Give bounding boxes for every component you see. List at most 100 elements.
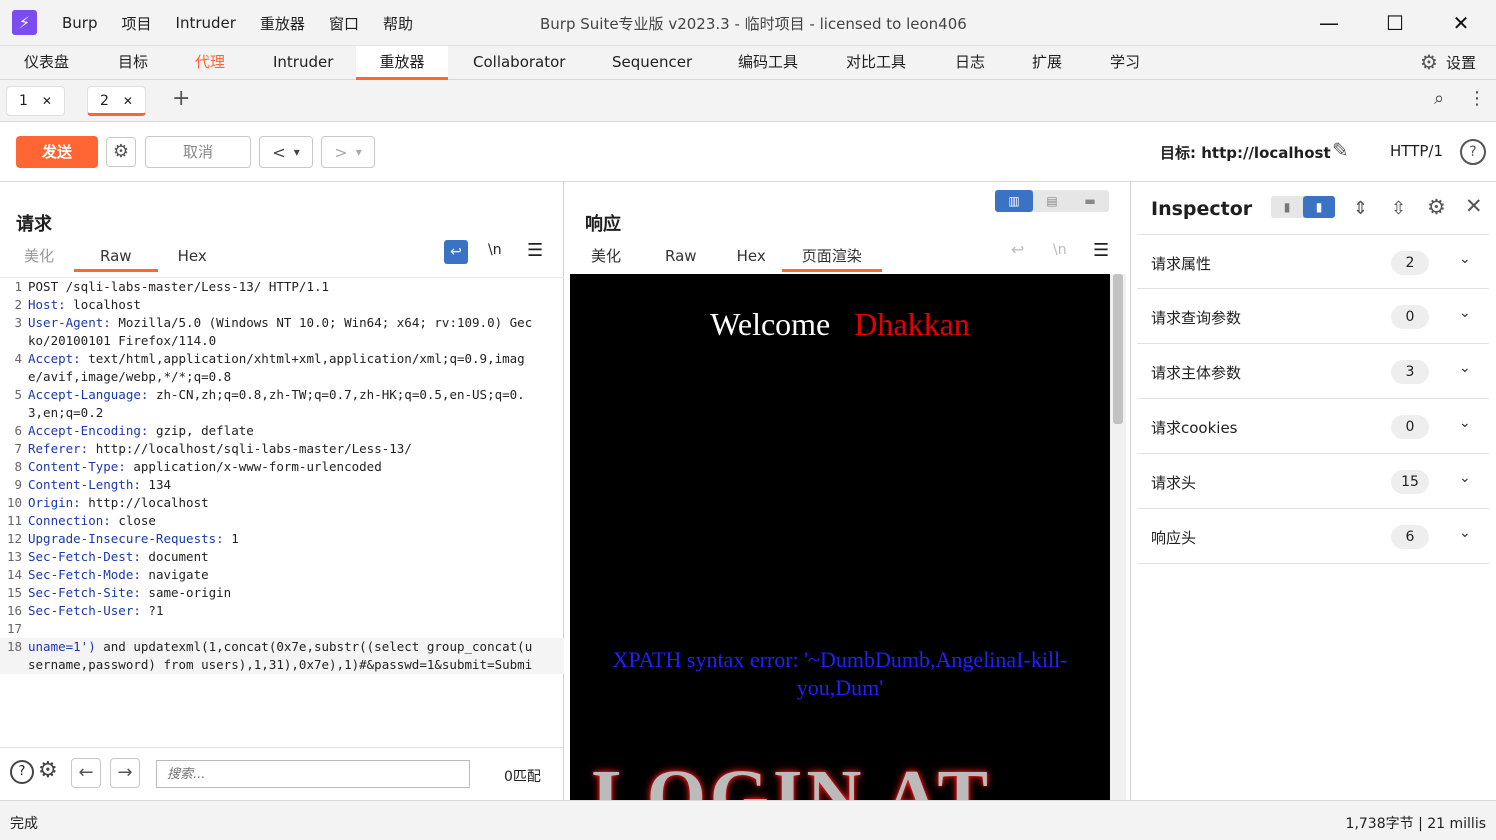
inspector-row-body-params[interactable]: 请求主体参数 3 ⌄ — [1137, 344, 1489, 399]
gear-icon[interactable]: ⚙ — [1427, 195, 1446, 219]
search-icon[interactable]: ⌕ — [1434, 88, 1444, 109]
tab-repeater[interactable]: 重放器 — [356, 46, 448, 80]
code-line[interactable]: 9 Content-Length: 134 — [0, 476, 564, 494]
tab-pretty[interactable]: 美化 — [4, 242, 74, 272]
tab-logger[interactable]: 日志 — [955, 46, 985, 80]
help-icon[interactable]: ? — [1460, 139, 1486, 165]
previous-button[interactable]: < ▾ — [259, 136, 313, 168]
tab-hex[interactable]: Hex — [158, 242, 227, 272]
menu-window[interactable]: 窗口 — [317, 13, 371, 34]
tab-pretty[interactable]: 美化 — [571, 242, 641, 272]
chevron-down-icon[interactable]: ⌄ — [1459, 251, 1471, 267]
menu-burp[interactable]: Burp — [50, 14, 110, 32]
inspector-row-response-headers[interactable]: 响应头 6 ⌄ — [1137, 509, 1489, 564]
code-line[interactable]: 6 Accept-Encoding: gzip, deflate — [0, 422, 564, 440]
tab-decoder[interactable]: 编码工具 — [738, 46, 798, 80]
count-badge: 15 — [1391, 470, 1429, 494]
search-input[interactable] — [156, 760, 470, 788]
code-line[interactable]: 15 Sec-Fetch-Site: same-origin — [0, 584, 564, 602]
close-button[interactable]: ✕ — [1446, 8, 1476, 38]
tab-learn[interactable]: 学习 — [1110, 46, 1140, 80]
chevron-down-icon[interactable]: ⌄ — [1459, 470, 1471, 486]
code-line[interactable]: 1 POST /sqli-labs-master/Less-13/ HTTP/1.… — [0, 278, 564, 296]
repeater-tab-1[interactable]: 1 ✕ — [6, 86, 65, 116]
chevron-down-icon[interactable]: ▾ — [294, 145, 300, 159]
menu-icon[interactable]: ☰ — [1093, 240, 1109, 261]
tab-sequencer[interactable]: Sequencer — [612, 46, 692, 80]
minimize-button[interactable]: — — [1314, 8, 1344, 38]
chevron-down-icon[interactable]: ⌄ — [1459, 415, 1471, 431]
close-icon[interactable]: ✕ — [1465, 194, 1483, 218]
word-wrap-icon[interactable]: ↩ — [444, 240, 468, 264]
edit-pencil-icon[interactable]: ✎ — [1332, 138, 1349, 162]
tab-dashboard[interactable]: 仪表盘 — [24, 46, 69, 80]
tab-collaborator[interactable]: Collaborator — [473, 46, 565, 80]
code-line[interactable]: 11 Connection: close — [0, 512, 564, 530]
menu-help[interactable]: 帮助 — [371, 13, 425, 34]
code-line[interactable]: 2 Host: localhost — [0, 296, 564, 314]
newline-toggle[interactable]: \n — [488, 242, 502, 258]
cancel-button[interactable]: 取消 — [145, 136, 251, 168]
gear-icon[interactable]: ⚙ — [38, 758, 58, 783]
code-line[interactable]: 10 Origin: http://localhost — [0, 494, 564, 512]
gear-icon[interactable]: ⚙ — [106, 137, 136, 167]
code-line[interactable]: 17 — [0, 620, 564, 638]
tab-proxy[interactable]: 代理 — [195, 46, 225, 80]
settings-button[interactable]: ⚙ 设置 — [1420, 50, 1476, 74]
split-horizontal-icon[interactable]: ▥ — [995, 190, 1033, 212]
code-line[interactable]: 16 Sec-Fetch-User: ?1 — [0, 602, 564, 620]
code-line[interactable]: 18 uname=1') and updatexml(1,concat(0x7e,… — [0, 638, 564, 674]
tab-raw[interactable]: Raw — [641, 242, 721, 272]
send-button[interactable]: 发送 — [16, 136, 98, 168]
tab-extensions[interactable]: 扩展 — [1032, 46, 1062, 80]
tab-target[interactable]: 目标 — [118, 46, 148, 80]
code-line[interactable]: 12 Upgrade-Insecure-Requests: 1 — [0, 530, 564, 548]
code-line[interactable]: 4 Accept: text/html,application/xhtml+xml… — [0, 350, 564, 386]
split-vertical-icon[interactable]: ▤ — [1033, 190, 1071, 212]
scrollbar-thumb[interactable] — [1113, 274, 1123, 424]
menu-icon[interactable]: ☰ — [527, 240, 543, 261]
code-line[interactable]: 8 Content-Type: application/x-www-form-ur… — [0, 458, 564, 476]
request-title: 请求 — [16, 214, 52, 235]
tab-comparer[interactable]: 对比工具 — [846, 46, 906, 80]
add-tab-button[interactable]: + — [172, 86, 190, 111]
inspector-row-query-params[interactable]: 请求查询参数 0 ⌄ — [1137, 289, 1489, 344]
expand-all-icon[interactable]: ⇕ — [1353, 198, 1368, 219]
inspector-row-request-headers[interactable]: 请求头 15 ⌄ — [1137, 454, 1489, 509]
close-icon[interactable]: ✕ — [42, 87, 52, 115]
repeater-tab-2[interactable]: 2 ✕ — [87, 86, 146, 116]
layout-right-icon[interactable]: ▮ — [1303, 196, 1335, 218]
maximize-button[interactable]: ☐ — [1380, 8, 1410, 38]
line-text: Sec-Fetch-Site: same-origin — [28, 584, 538, 602]
inspector-row-request-attributes[interactable]: 请求属性 2 ⌄ — [1137, 234, 1489, 289]
menu-project[interactable]: 项目 — [110, 13, 164, 34]
collapse-all-icon[interactable]: ⇳ — [1391, 198, 1406, 219]
chevron-down-icon[interactable]: ▾ — [356, 145, 362, 159]
tab-intruder[interactable]: Intruder — [273, 46, 333, 80]
tab-raw[interactable]: Raw — [74, 242, 158, 272]
arrow-left-icon[interactable]: ← — [71, 758, 101, 788]
help-icon[interactable]: ? — [10, 760, 34, 784]
code-line[interactable]: 14 Sec-Fetch-Mode: navigate — [0, 566, 564, 584]
close-icon[interactable]: ✕ — [123, 87, 133, 113]
chevron-down-icon[interactable]: ⌄ — [1459, 305, 1471, 321]
tab-render[interactable]: 页面渲染 — [781, 242, 882, 272]
more-options-icon[interactable]: ⋮ — [1468, 88, 1486, 109]
code-line[interactable]: 13 Sec-Fetch-Dest: document — [0, 548, 564, 566]
render-scrollbar[interactable] — [1110, 274, 1126, 800]
tab-hex[interactable]: Hex — [721, 242, 782, 272]
layout-left-icon[interactable]: ▮ — [1271, 196, 1303, 218]
chevron-down-icon[interactable]: ⌄ — [1459, 525, 1471, 541]
code-line[interactable]: 5 Accept-Language: zh-CN,zh;q=0.8,zh-TW;q… — [0, 386, 564, 422]
arrow-right-icon[interactable]: → — [110, 758, 140, 788]
request-editor[interactable]: 1 POST /sqli-labs-master/Less-13/ HTTP/1.… — [0, 277, 564, 747]
code-line[interactable]: 3 User-Agent: Mozilla/5.0 (Windows NT 10.… — [0, 314, 564, 350]
menu-intruder[interactable]: Intruder — [164, 14, 248, 32]
code-line[interactable]: 7 Referer: http://localhost/sqli-labs-mas… — [0, 440, 564, 458]
single-view-icon[interactable]: ▬ — [1071, 190, 1109, 212]
menu-repeater[interactable]: 重放器 — [248, 13, 317, 34]
next-button[interactable]: > ▾ — [321, 136, 375, 168]
inspector-row-cookies[interactable]: 请求cookies 0 ⌄ — [1137, 399, 1489, 454]
chevron-down-icon[interactable]: ⌄ — [1459, 360, 1471, 376]
http-version[interactable]: HTTP/1 — [1390, 142, 1443, 160]
